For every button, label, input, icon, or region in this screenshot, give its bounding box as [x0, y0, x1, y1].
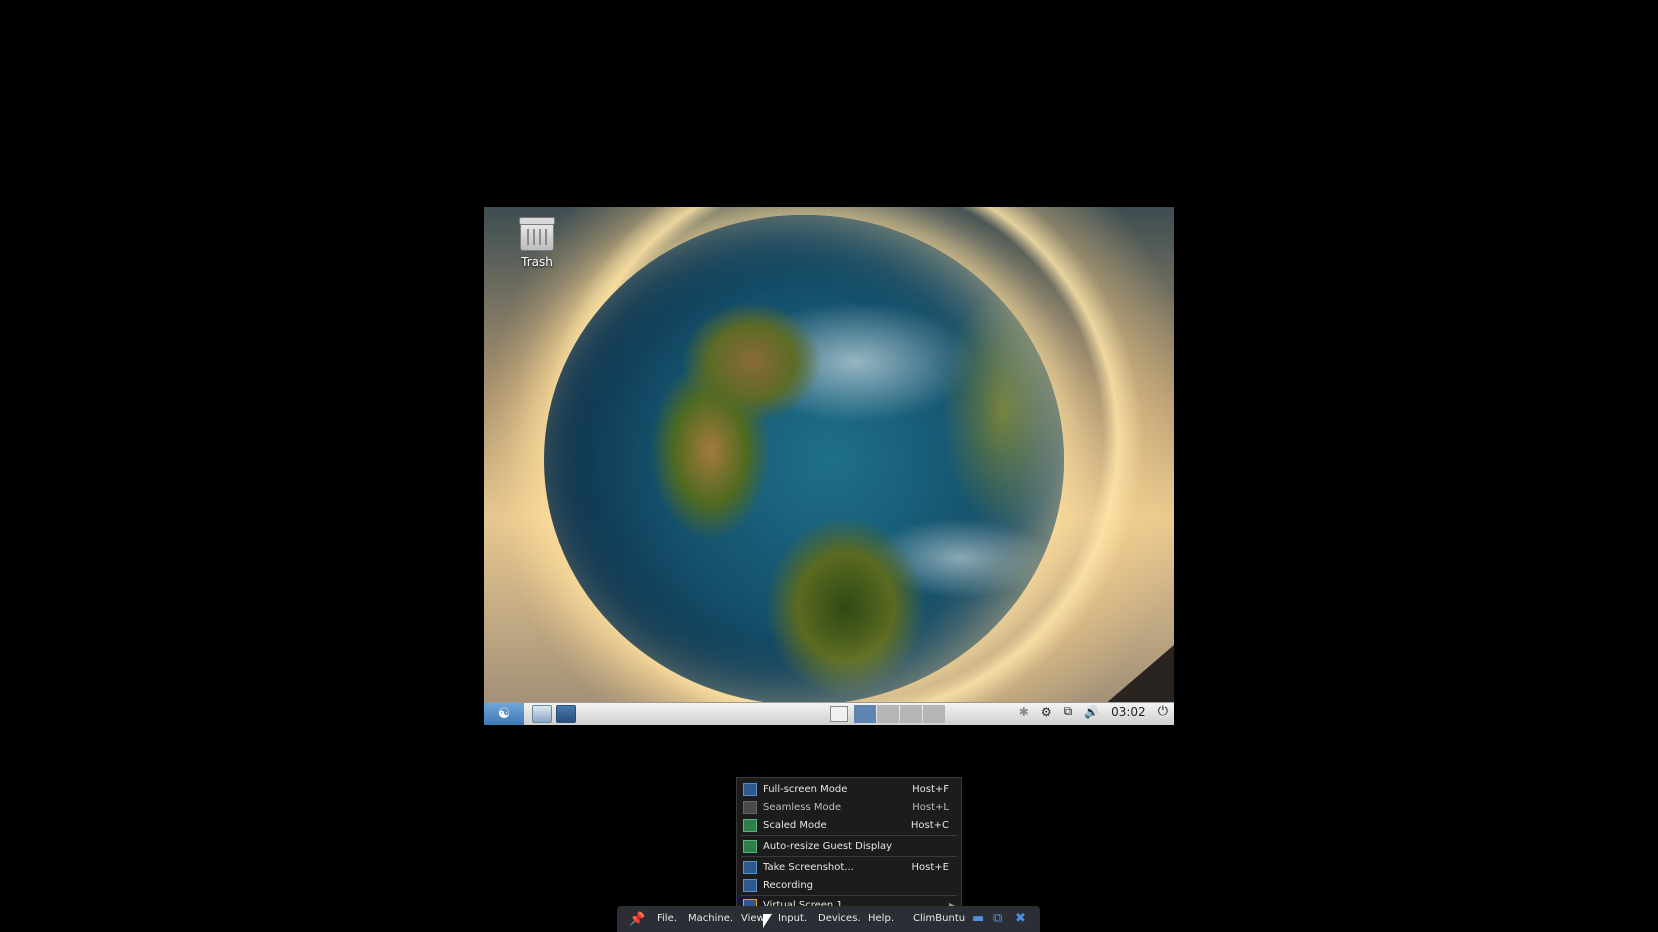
minimize-icon[interactable]: ▬ [972, 911, 984, 926]
menu-item-label: Recording [763, 879, 814, 891]
menu-item-scaled-mode[interactable]: Scaled Mode Host+C [737, 816, 961, 834]
auto-resize-icon [743, 839, 757, 853]
vm-name: ClimBuntu [913, 913, 966, 924]
scaled-mode-icon [743, 818, 757, 832]
workspace-3[interactable] [900, 705, 922, 723]
menu-help[interactable]: Help․ [868, 913, 894, 924]
menu-separator [741, 856, 957, 857]
menu-input-label: Input [778, 913, 804, 924]
seamless-icon [743, 800, 757, 814]
menu-machine[interactable]: Machine․ [688, 913, 733, 924]
menu-devices-label: Devices [818, 913, 858, 924]
power-icon[interactable]: ⏻ [1158, 704, 1168, 719]
screenshot-icon [743, 860, 757, 874]
restore-window-icon[interactable]: ⧉ [993, 911, 1002, 926]
mountain-silhouette [1104, 645, 1174, 705]
mouse-cursor [763, 914, 772, 928]
menu-item-label: Seamless Mode [763, 801, 842, 813]
network-icon[interactable]: ⚙ [1041, 705, 1052, 719]
display-icon[interactable]: ⧉ [1064, 704, 1073, 719]
desktop-icon-trash[interactable]: Trash [508, 217, 566, 269]
menu-item-shortcut: Host+L [912, 801, 949, 813]
menu-item-full-screen-mode[interactable]: Full-screen Mode Host+F [737, 780, 961, 798]
menu-item-recording[interactable]: Recording [737, 876, 961, 894]
menu-separator [741, 835, 957, 836]
menu-file-label: File [657, 913, 674, 924]
menu-item-take-screenshot[interactable]: Take Screenshot... Host+E [737, 858, 961, 876]
workspace-2[interactable] [877, 705, 899, 723]
menu-item-auto-resize[interactable]: Auto-resize Guest Display [737, 837, 961, 855]
menu-view-label: View [741, 913, 765, 924]
menu-machine-label: Machine [688, 913, 730, 924]
pin-icon[interactable]: 📌 [629, 912, 645, 927]
menu-item-label: Take Screenshot... [763, 861, 854, 873]
start-menu-button[interactable]: ☯ [484, 703, 524, 725]
workspace-4[interactable] [923, 705, 945, 723]
file-manager-launcher-icon[interactable] [532, 705, 552, 723]
menu-file[interactable]: File․ [657, 913, 677, 924]
menu-item-label: Auto-resize Guest Display [763, 840, 893, 852]
earth-wallpaper [544, 215, 1064, 705]
trash-icon [519, 217, 555, 251]
browser-launcher-icon[interactable] [556, 705, 576, 723]
menu-item-label: Full-screen Mode [763, 783, 848, 795]
menu-item-shortcut: Host+E [911, 861, 949, 873]
recording-icon [743, 878, 757, 892]
menu-item-shortcut: Host+C [910, 819, 949, 831]
menu-item-seamless-mode[interactable]: Seamless Mode Host+L [737, 798, 961, 816]
close-icon[interactable]: ✖ [1015, 911, 1026, 926]
menu-help-label: Help [868, 913, 891, 924]
menu-input[interactable]: Input․ [778, 913, 807, 924]
menu-item-shortcut: Host+F [912, 783, 949, 795]
workspace-1[interactable] [854, 705, 876, 723]
menu-devices[interactable]: Devices․ [818, 913, 861, 924]
full-screen-icon [743, 782, 757, 796]
volume-icon[interactable]: 🔊 [1084, 705, 1099, 719]
vm-mini-toolbar: 📌 File․ Machine․ View․ Input․ Devices․ H… [617, 906, 1040, 932]
clock[interactable]: 03:02 [1111, 705, 1146, 719]
menu-item-label: Scaled Mode [763, 819, 827, 831]
system-tray: ✱ ⚙ ⧉ 🔊 03:02 ⏻ [1007, 704, 1168, 719]
workspace-switcher [854, 705, 946, 723]
guest-panel: ☯ ✱ ⚙ ⧉ 🔊 03:02 ⏻ [484, 702, 1174, 725]
show-desktop-icon[interactable] [830, 706, 848, 722]
view-menu: Full-screen Mode Host+F Seamless Mode Ho… [736, 777, 962, 913]
guest-screen[interactable]: Trash ☯ ✱ ⚙ ⧉ 🔊 03:02 ⏻ [484, 207, 1174, 725]
distro-logo-icon: ☯ [497, 706, 511, 722]
trash-label: Trash [521, 255, 553, 269]
bluetooth-icon[interactable]: ✱ [1019, 705, 1029, 719]
